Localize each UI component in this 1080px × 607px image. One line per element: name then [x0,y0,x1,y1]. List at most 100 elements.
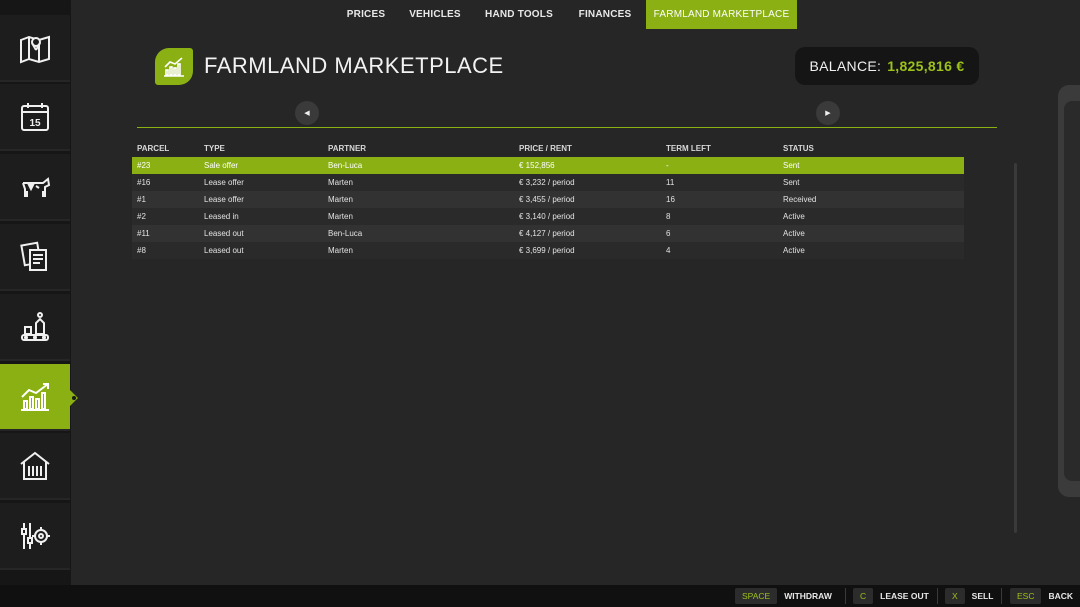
column-header-type[interactable]: TYPE [204,144,225,153]
balance-label: BALANCE: [809,58,882,74]
cell-parcel: #1 [137,195,146,204]
cell-type: Leased out [204,246,244,255]
column-header-partner[interactable]: PARTNER [328,144,366,153]
cell-partner: Marten [328,195,353,204]
cell-term-left: 4 [666,246,671,255]
cell-parcel: #16 [137,178,151,187]
cell-status: Active [783,246,805,255]
cell-price: € 3,699 / period [519,246,575,255]
animal-pens-icon [20,451,50,480]
column-header-term-left[interactable]: TERM LEFT [666,144,711,153]
tab-hand-tools[interactable]: HAND TOOLS [478,0,560,29]
key-c: C [853,588,874,604]
arrow-right-icon: ▶ [825,110,831,117]
table-row[interactable]: #1 Lease offer Marten € 3,455 / period 1… [132,191,964,208]
column-header-price-rent[interactable]: PRICE / RENT [519,144,572,153]
cell-status: Active [783,229,805,238]
cell-partner: Marten [328,178,353,187]
hint-divider [937,588,938,604]
cell-type: Lease offer [204,178,244,187]
sidebar-item-map[interactable] [0,15,70,82]
withdraw-hint[interactable]: SPACE WITHDRAW [735,588,832,604]
cell-price: € 3,455 / period [519,195,575,204]
sidebar-item-settings[interactable] [0,503,70,570]
cell-price: € 152,856 [519,161,555,170]
settings-icon [21,522,50,549]
table-header: PARCEL TYPE PARTNER PRICE / RENT TERM LE… [137,144,967,156]
tab-farmland-marketplace[interactable]: FARMLAND MARKETPLACE [646,0,797,29]
tab-prev-button[interactable]: ◀ [295,101,319,125]
page-title: FARMLAND MARKETPLACE [204,53,504,78]
key-esc: ESC [1010,588,1042,604]
cell-term-left: 11 [666,178,675,187]
livestock-icon [22,176,51,197]
table-row[interactable]: #16 Lease offer Marten € 3,232 / period … [132,174,964,191]
column-header-parcel[interactable]: PARCEL [137,144,169,153]
withdraw-label: WITHDRAW [784,591,832,601]
key-x: X [945,588,965,604]
cell-price: € 3,232 / period [519,178,575,187]
sell-hint[interactable]: X SELL [945,588,993,604]
cell-type: Lease offer [204,195,244,204]
cell-price: € 4,127 / period [519,229,575,238]
cell-partner: Ben-Luca [328,161,363,170]
prices-chart-icon [164,56,184,77]
table-row[interactable]: #2 Leased in Marten € 3,140 / period 8 A… [132,208,964,225]
calendar-day: 15 [29,118,41,129]
sidebar-item-contracts[interactable] [0,224,70,291]
lease-out-label: LEASE OUT [880,591,929,601]
cell-term-left: 8 [666,212,671,221]
balance-display: BALANCE: 1,825,816 € [795,47,979,85]
back-hint[interactable]: ESC BACK [1010,588,1073,604]
prices-chart-icon [21,382,49,411]
cell-partner: Marten [328,212,353,221]
cell-term-left: - [666,161,669,170]
cell-partner: Ben-Luca [328,229,363,238]
cell-term-left: 6 [666,229,671,238]
tab-vehicles[interactable]: VEHICLES [403,0,467,29]
production-icon [21,311,49,341]
cell-status: Received [783,195,817,204]
lease-out-hint[interactable]: C LEASE OUT [853,588,929,604]
table-body: #23 Sale offer Ben-Luca € 152,856 - Sent… [132,157,964,259]
cell-parcel: #11 [137,229,150,238]
sell-label: SELL [971,591,994,601]
page-scrollbar[interactable] [1064,101,1080,481]
table-row[interactable]: #11 Leased out Ben-Luca € 4,127 / period… [132,225,964,242]
cell-partner: Marten [328,246,353,255]
balance-value: 1,825,816 € [887,58,965,74]
sidebar: 15 [0,0,78,585]
back-label: BACK [1048,591,1074,601]
cell-type: Sale offer [204,161,239,170]
tab-finances[interactable]: FINANCES [571,0,639,29]
cell-parcel: #8 [137,246,146,255]
column-header-status[interactable]: STATUS [783,144,814,153]
tab-prices[interactable]: PRICES [338,0,394,29]
hint-divider [1001,588,1002,604]
cell-type: Leased in [204,212,239,221]
tab-underline [137,127,997,128]
sidebar-item-production[interactable] [0,294,70,361]
cell-status: Sent [783,161,800,170]
table-scrollbar[interactable] [1014,163,1017,533]
map-icon [20,35,50,63]
contracts-icon [20,241,47,271]
sidebar-item-calendar[interactable]: 15 [0,84,70,151]
sidebar-item-prices[interactable] [0,364,78,431]
calendar-icon: 15 [21,102,49,131]
cell-type: Leased out [204,229,244,238]
tab-next-button[interactable]: ▶ [816,101,840,125]
table-row[interactable]: #23 Sale offer Ben-Luca € 152,856 - Sent [132,157,964,174]
cell-parcel: #2 [137,212,146,221]
sidebar-item-livestock[interactable] [0,154,70,221]
cell-status: Active [783,212,805,221]
sidebar-item-animal-pens[interactable] [0,433,70,500]
key-space: SPACE [735,588,778,604]
cell-term-left: 16 [666,195,675,204]
cell-parcel: #23 [137,161,151,170]
hint-divider [845,588,846,604]
arrow-left-icon: ◀ [304,110,310,117]
table-row[interactable]: #8 Leased out Marten € 3,699 / period 4 … [132,242,964,259]
cell-status: Sent [783,178,800,187]
page-logo [155,48,193,85]
